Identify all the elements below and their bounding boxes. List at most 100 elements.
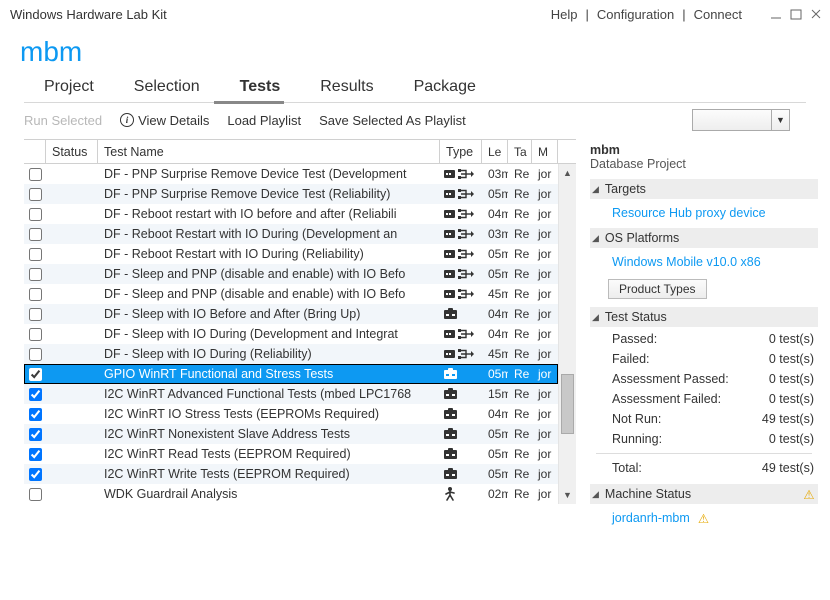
- row-checkbox[interactable]: [29, 368, 42, 381]
- test-status-header[interactable]: ◢Test Status: [590, 307, 818, 327]
- row-checkbox[interactable]: [29, 228, 42, 241]
- row-checkbox[interactable]: [29, 468, 42, 481]
- status-cell: [46, 324, 98, 344]
- row-checkbox[interactable]: [29, 448, 42, 461]
- test-name-cell: DF - Sleep with IO Before and After (Bri…: [98, 304, 440, 324]
- table-row[interactable]: I2C WinRT Nonexistent Slave Address Test…: [24, 424, 558, 444]
- row-checkbox[interactable]: [29, 288, 42, 301]
- scroll-thumb[interactable]: [561, 374, 574, 434]
- row-checkbox[interactable]: [29, 328, 42, 341]
- menu-connect[interactable]: Connect: [692, 7, 744, 22]
- table-row[interactable]: DF - Sleep and PNP (disable and enable) …: [24, 284, 558, 304]
- target-cell: Re: [508, 304, 532, 324]
- table-row[interactable]: DF - Reboot Restart with IO During (Reli…: [24, 244, 558, 264]
- menu-help[interactable]: Help: [549, 7, 580, 22]
- type-icon: [444, 387, 474, 401]
- status-cell: [46, 304, 98, 324]
- table-row[interactable]: DF - PNP Surprise Remove Device Test (Re…: [24, 184, 558, 204]
- machine-status-header[interactable]: ◢ Machine Status ⚠: [590, 484, 818, 504]
- table-row[interactable]: DF - Sleep with IO During (Reliability)4…: [24, 344, 558, 364]
- machine-cell: jor: [532, 284, 558, 304]
- assessment-failed-label: Assessment Failed:: [612, 392, 721, 406]
- type-icon: [444, 347, 474, 361]
- target-cell: Re: [508, 344, 532, 364]
- tab-results[interactable]: Results: [300, 74, 393, 102]
- col-status[interactable]: Status: [46, 140, 98, 164]
- table-row[interactable]: WDK Guardrail Analysis02mRejor: [24, 484, 558, 504]
- run-selected-button[interactable]: Run Selected: [24, 113, 102, 128]
- table-row[interactable]: DF - Sleep and PNP (disable and enable) …: [24, 264, 558, 284]
- vertical-scrollbar[interactable]: ▲ ▼: [558, 164, 576, 504]
- passed-label: Passed:: [612, 332, 657, 346]
- table-row[interactable]: I2C WinRT IO Stress Tests (EEPROMs Requi…: [24, 404, 558, 424]
- menu-configuration[interactable]: Configuration: [595, 7, 676, 22]
- save-playlist-button[interactable]: Save Selected As Playlist: [319, 113, 466, 128]
- table-row[interactable]: DF - Reboot Restart with IO During (Deve…: [24, 224, 558, 244]
- length-cell: 15m: [482, 384, 508, 404]
- length-cell: 05m: [482, 184, 508, 204]
- target-link[interactable]: Resource Hub proxy device: [612, 204, 818, 222]
- col-type[interactable]: Type: [440, 140, 482, 164]
- side-subtitle: Database Project: [590, 157, 818, 171]
- os-platform-link[interactable]: Windows Mobile v10.0 x86: [612, 253, 818, 271]
- table-row[interactable]: GPIO WinRT Functional and Stress Tests05…: [24, 364, 558, 384]
- scroll-down-icon[interactable]: ▼: [559, 486, 576, 504]
- table-row[interactable]: DF - Reboot restart with IO before and a…: [24, 204, 558, 224]
- table-row[interactable]: I2C WinRT Advanced Functional Tests (mbe…: [24, 384, 558, 404]
- row-checkbox[interactable]: [29, 428, 42, 441]
- row-checkbox[interactable]: [29, 348, 42, 361]
- table-row[interactable]: DF - Sleep with IO During (Development a…: [24, 324, 558, 344]
- target-cell: Re: [508, 404, 532, 424]
- notrun-label: Not Run:: [612, 412, 661, 426]
- row-checkbox[interactable]: [29, 188, 42, 201]
- row-checkbox[interactable]: [29, 208, 42, 221]
- col-test-name[interactable]: Test Name: [98, 140, 440, 164]
- row-checkbox[interactable]: [29, 248, 42, 261]
- status-cell: [46, 284, 98, 304]
- type-cell: [440, 184, 482, 204]
- close-icon[interactable]: [808, 7, 824, 21]
- toolbar: Run Selected i View Details Load Playlis…: [0, 103, 830, 135]
- view-details-label: View Details: [138, 113, 209, 128]
- running-value: 0 test(s): [769, 432, 814, 446]
- load-playlist-button[interactable]: Load Playlist: [227, 113, 301, 128]
- type-cell: [440, 384, 482, 404]
- col-checkbox[interactable]: [24, 140, 46, 164]
- target-cell: Re: [508, 284, 532, 304]
- col-length[interactable]: Le: [482, 140, 508, 164]
- total-value: 49 test(s): [762, 461, 814, 475]
- row-checkbox[interactable]: [29, 408, 42, 421]
- target-cell: Re: [508, 264, 532, 284]
- type-cell: [440, 164, 482, 184]
- os-platforms-header[interactable]: ◢OS Platforms: [590, 228, 818, 248]
- type-cell: [440, 424, 482, 444]
- minimize-icon[interactable]: [768, 7, 784, 21]
- machine-cell: jor: [532, 164, 558, 184]
- tab-project[interactable]: Project: [24, 74, 114, 102]
- product-types-button[interactable]: Product Types: [608, 279, 707, 299]
- row-checkbox[interactable]: [29, 308, 42, 321]
- app-title: Windows Hardware Lab Kit: [6, 7, 167, 22]
- tab-package[interactable]: Package: [394, 74, 496, 102]
- maximize-icon[interactable]: [788, 7, 804, 21]
- view-details-button[interactable]: i View Details: [120, 113, 209, 128]
- row-checkbox[interactable]: [29, 168, 42, 181]
- filter-dropdown[interactable]: ▼: [692, 109, 790, 131]
- table-row[interactable]: I2C WinRT Read Tests (EEPROM Required)05…: [24, 444, 558, 464]
- table-row[interactable]: DF - PNP Surprise Remove Device Test (De…: [24, 164, 558, 184]
- status-cell: [46, 364, 98, 384]
- status-cell: [46, 164, 98, 184]
- col-machine[interactable]: M: [532, 140, 558, 164]
- row-checkbox[interactable]: [29, 388, 42, 401]
- machine-link[interactable]: jordanrh-mbm: [612, 509, 690, 527]
- table-row[interactable]: DF - Sleep with IO Before and After (Bri…: [24, 304, 558, 324]
- col-target[interactable]: Ta: [508, 140, 532, 164]
- row-checkbox[interactable]: [29, 268, 42, 281]
- scroll-up-icon[interactable]: ▲: [559, 164, 576, 182]
- table-row[interactable]: I2C WinRT Write Tests (EEPROM Required)0…: [24, 464, 558, 484]
- targets-header[interactable]: ◢Targets: [590, 179, 818, 199]
- tab-selection[interactable]: Selection: [114, 74, 220, 102]
- passed-value: 0 test(s): [769, 332, 814, 346]
- row-checkbox[interactable]: [29, 488, 42, 501]
- tab-tests[interactable]: Tests: [220, 74, 301, 102]
